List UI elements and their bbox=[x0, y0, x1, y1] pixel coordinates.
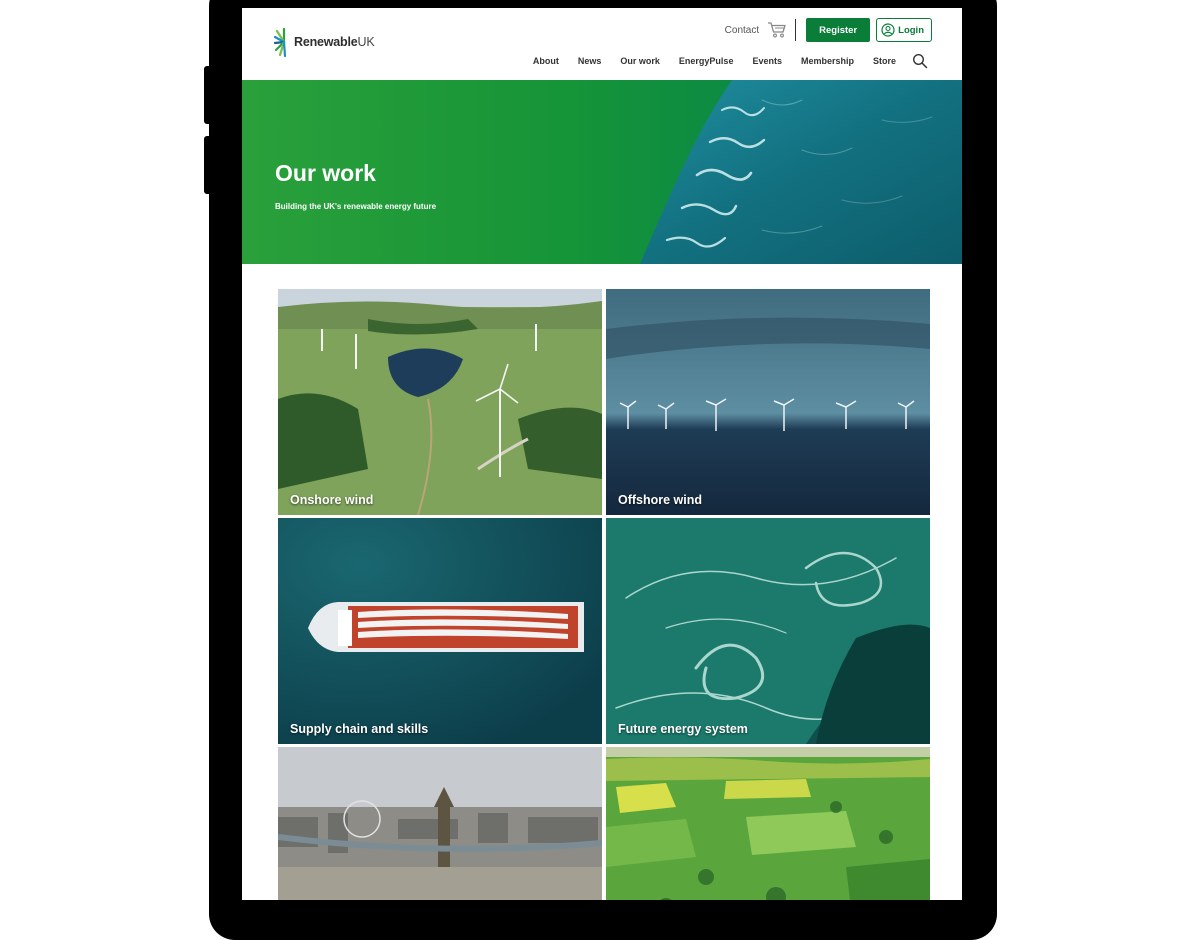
search-icon[interactable] bbox=[912, 53, 928, 69]
tile-supply-chain[interactable]: Supply chain and skills bbox=[278, 518, 602, 744]
page-title: Our work bbox=[275, 160, 376, 186]
tile-label: Future energy system bbox=[618, 722, 748, 736]
nav-store[interactable]: Store bbox=[873, 56, 896, 66]
login-label: Login bbox=[898, 24, 924, 36]
ocean-currents-image bbox=[606, 518, 930, 744]
sunburst-logo-icon bbox=[274, 27, 287, 58]
nav-events[interactable]: Events bbox=[752, 56, 782, 66]
hero-banner: Our work Building the UK's renewable ene… bbox=[242, 80, 962, 264]
tile-label: Onshore wind bbox=[290, 493, 374, 507]
tile-onshore-wind[interactable]: Onshore wind bbox=[278, 289, 602, 515]
nav-our-work[interactable]: Our work bbox=[620, 56, 660, 66]
utility-bar: Contact Register Login bbox=[725, 17, 932, 43]
main-nav: About News Our work EnergyPulse Events M… bbox=[514, 53, 928, 69]
page-subtitle: Building the UK's renewable energy futur… bbox=[275, 202, 437, 211]
tile-future-energy[interactable]: Future energy system bbox=[606, 518, 930, 744]
tile-farmland[interactable] bbox=[606, 747, 930, 900]
login-button[interactable]: Login bbox=[876, 18, 932, 42]
offshore-wind-image bbox=[606, 289, 930, 515]
user-circle-icon bbox=[881, 23, 895, 37]
logo-wordmark: RenewableUK bbox=[294, 35, 375, 49]
farmland-image bbox=[606, 747, 930, 900]
site-header: RenewableUK Contact Register Login About… bbox=[242, 8, 962, 80]
cart-icon[interactable] bbox=[767, 21, 787, 39]
onshore-wind-image bbox=[278, 289, 602, 515]
contact-link[interactable]: Contact bbox=[725, 25, 759, 36]
nav-membership[interactable]: Membership bbox=[801, 56, 854, 66]
cargo-ship-image bbox=[278, 518, 602, 744]
tile-label: Supply chain and skills bbox=[290, 722, 429, 736]
divider bbox=[795, 19, 797, 41]
tile-offshore-wind[interactable]: Offshore wind bbox=[606, 289, 930, 515]
nav-energypulse[interactable]: EnergyPulse bbox=[679, 56, 734, 66]
nav-news[interactable]: News bbox=[578, 56, 602, 66]
browser-viewport: RenewableUK Contact Register Login About… bbox=[242, 8, 962, 900]
register-button[interactable]: Register bbox=[806, 18, 871, 42]
site-logo[interactable]: RenewableUK bbox=[274, 26, 375, 58]
london-skyline-image bbox=[278, 747, 602, 900]
tile-label: Offshore wind bbox=[618, 493, 703, 507]
tile-london[interactable] bbox=[278, 747, 602, 900]
nav-about[interactable]: About bbox=[533, 56, 559, 66]
